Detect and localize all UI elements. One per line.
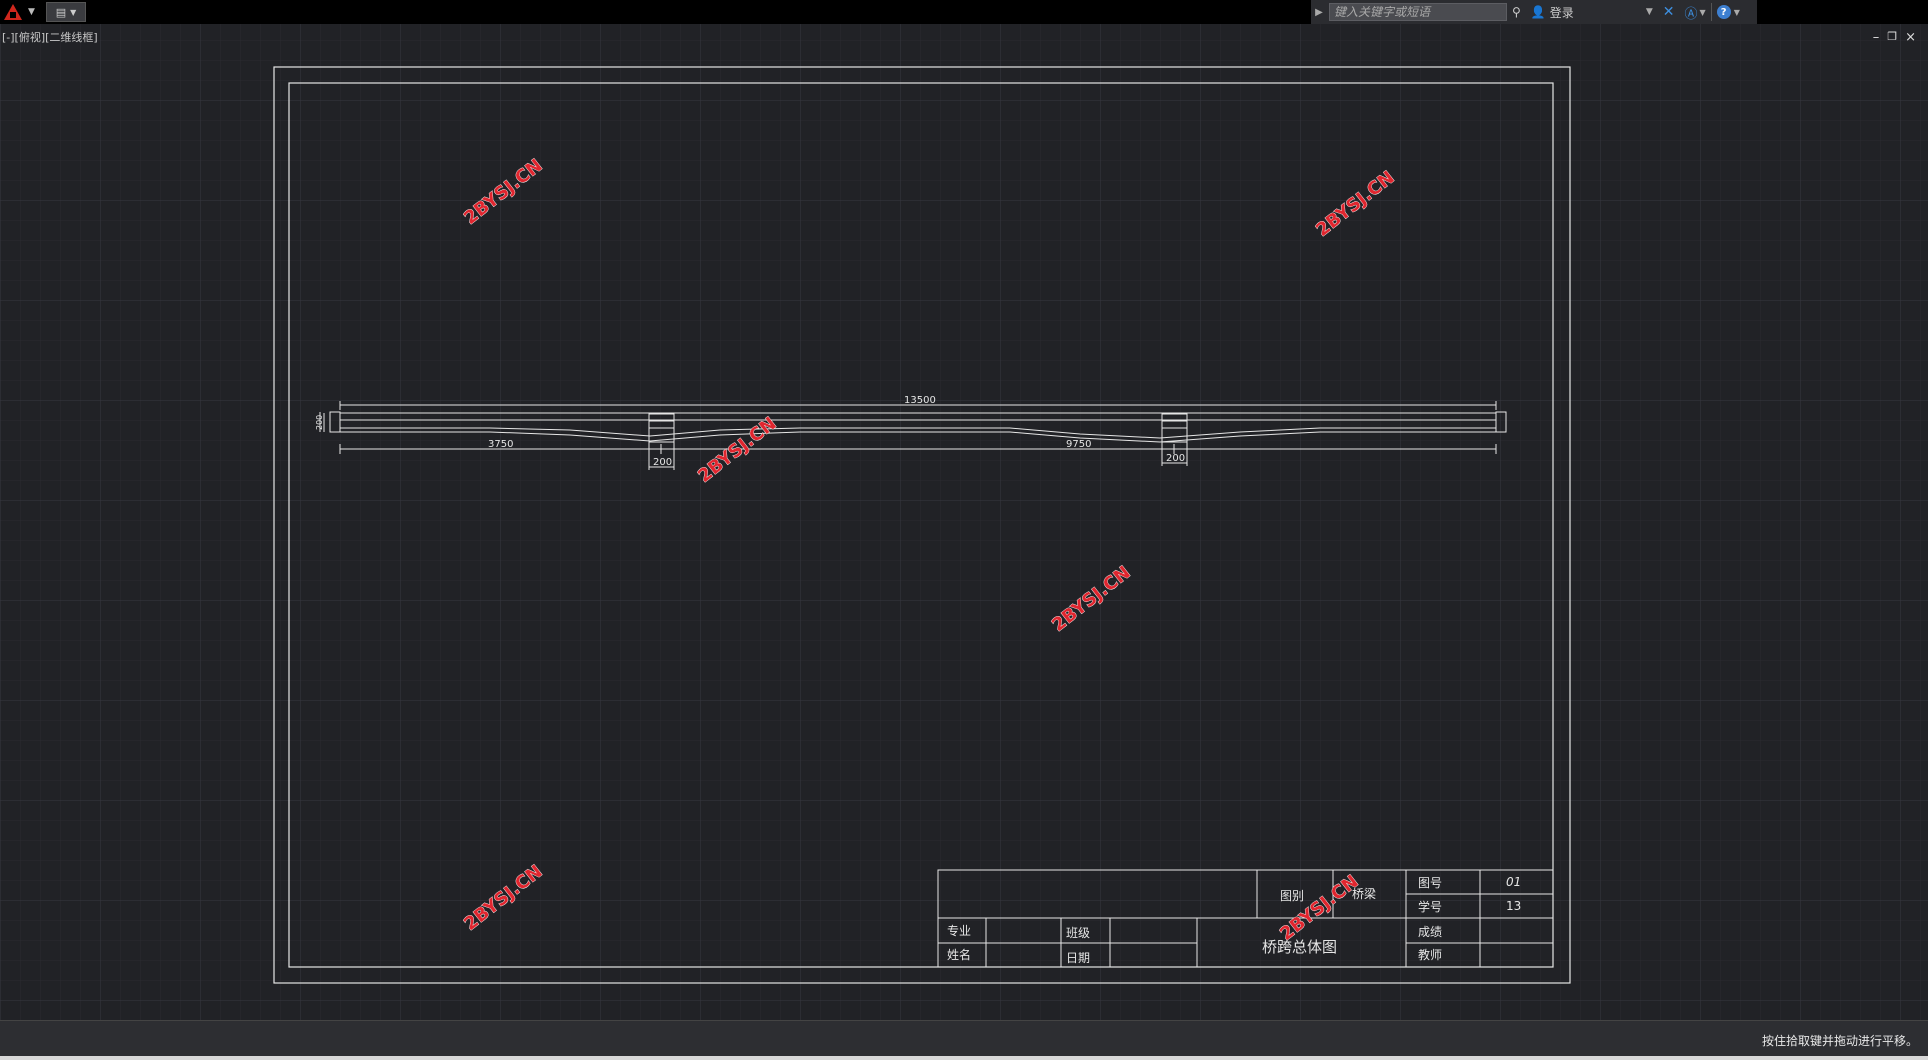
label-teacher: 教师 bbox=[1418, 947, 1442, 962]
status-bar: 按住拾取键并拖动进行平移。 bbox=[0, 1020, 1928, 1056]
restore-icon[interactable]: ❐ bbox=[1887, 30, 1897, 45]
dimension-left-span: 3750 bbox=[488, 439, 513, 450]
binoculars-button[interactable]: ⚲ bbox=[1507, 0, 1526, 24]
application-menu-button[interactable]: ▼ bbox=[0, 0, 42, 24]
label-major: 专业 bbox=[947, 923, 971, 938]
label-score: 成绩 bbox=[1418, 925, 1442, 939]
expand-arrow-icon[interactable]: ▶ bbox=[1311, 0, 1327, 24]
autodesk-a-icon: Ⓐ bbox=[1684, 6, 1698, 22]
label-student-no: 学号 bbox=[1418, 899, 1442, 914]
drawing-title: 桥跨总体图 bbox=[1262, 938, 1337, 956]
chevron-down-icon: ▼ bbox=[28, 7, 35, 17]
dimension-pier1: 200 bbox=[653, 457, 672, 468]
login-button[interactable]: 👤 登录 ▼ bbox=[1526, 0, 1658, 24]
value-student-no: 13 bbox=[1506, 899, 1521, 913]
login-label: 登录 bbox=[1549, 5, 1574, 20]
dimension-mid-span: 9750 bbox=[1066, 439, 1091, 450]
label-date: 日期 bbox=[1066, 951, 1090, 965]
viewport-controls-label[interactable]: [-][俯视][二维线框] bbox=[2, 29, 98, 45]
status-message: 按住拾取键并拖动进行平移。 bbox=[1761, 1034, 1918, 1048]
exchange-x-icon: ✕ bbox=[1662, 4, 1675, 20]
window-controls: – ❐ × bbox=[1873, 30, 1916, 45]
drawing-canvas[interactable]: 13500 3750 9750 200 200 200 图别 桥梁 图号 01 … bbox=[0, 24, 1928, 1020]
minimize-icon[interactable]: – bbox=[1873, 30, 1880, 45]
infocenter: ▶ ⚲ 👤 登录 ▼ ✕ Ⓐ ▼ ? ▼ bbox=[1311, 0, 1757, 24]
chevron-down-icon: ▼ bbox=[1699, 7, 1706, 17]
binoculars-icon: ⚲ bbox=[1512, 5, 1521, 19]
label-class: 班级 bbox=[1066, 926, 1090, 940]
chevron-down-icon: ▼ bbox=[1733, 7, 1740, 17]
value-drawing-no: 01 bbox=[1506, 875, 1521, 889]
close-icon[interactable]: × bbox=[1905, 30, 1916, 45]
help-icon: ? bbox=[1716, 5, 1731, 19]
chevron-down-icon: ▼ bbox=[70, 7, 77, 17]
user-icon: 👤 bbox=[1530, 5, 1546, 19]
quick-access-toolbar[interactable]: ▤ ▼ bbox=[46, 2, 86, 22]
dimension-height: 200 bbox=[315, 415, 324, 430]
chevron-down-icon: ▼ bbox=[1645, 7, 1653, 17]
autocad-logo-icon bbox=[4, 4, 22, 20]
bottom-border bbox=[0, 1056, 1928, 1060]
search-input[interactable] bbox=[1329, 3, 1507, 21]
dimension-pier2: 200 bbox=[1166, 453, 1185, 464]
help-button[interactable]: ? ▼ bbox=[1712, 0, 1745, 24]
title-bar: ▼ ▤ ▼ ▶ ⚲ 👤 登录 ▼ ✕ Ⓐ ▼ ? ▼ bbox=[0, 0, 1928, 24]
exchange-button[interactable]: ✕ bbox=[1658, 0, 1680, 24]
label-drawing-class: 图别 bbox=[1280, 889, 1304, 903]
autodesk-app-button[interactable]: Ⓐ ▼ bbox=[1680, 0, 1711, 24]
dimension-total: 13500 bbox=[904, 395, 936, 406]
label-drawing-no: 图号 bbox=[1418, 876, 1442, 890]
workspace-icon: ▤ bbox=[55, 5, 67, 19]
label-name: 姓名 bbox=[947, 947, 971, 962]
